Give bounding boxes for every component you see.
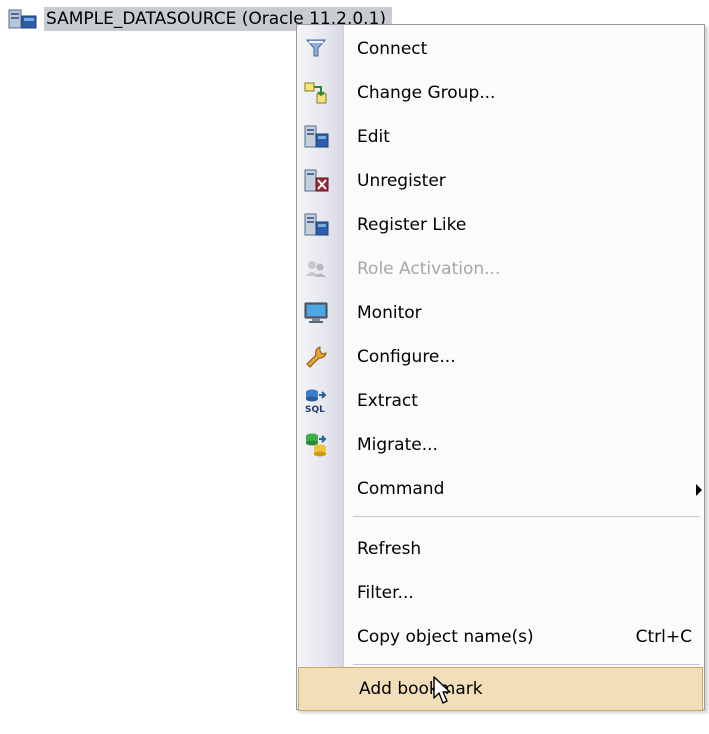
menu-item-refresh[interactable]: Refresh: [297, 527, 704, 571]
menu-item-command[interactable]: Command: [297, 467, 704, 511]
menu-item-label: Configure...: [357, 347, 456, 367]
menu-item-label: Command: [357, 479, 445, 499]
edit-datasource-icon: [304, 125, 329, 148]
role-activation-icon: [306, 261, 326, 277]
database-node-icon: [8, 9, 37, 29]
migrate-icon: [306, 433, 327, 457]
menu-item-label: Unregister: [357, 171, 446, 191]
menu-item-label: Migrate...: [357, 435, 438, 455]
menu-item-edit[interactable]: Edit: [297, 115, 704, 159]
menu-item-label: Role Activation...: [357, 259, 501, 279]
context-menu: Connect Change Group... Edit Unregister …: [296, 24, 705, 711]
menu-item-connect[interactable]: Connect: [297, 27, 704, 71]
change-group-icon: [304, 82, 327, 104]
submenu-arrow-icon: [696, 484, 702, 496]
menu-item-register-like[interactable]: Register Like: [297, 203, 704, 247]
menu-item-label: Change Group...: [357, 83, 496, 103]
monitor-icon: [304, 302, 328, 323]
menu-item-role-activation: Role Activation...: [297, 247, 704, 291]
menu-item-label: Extract: [357, 391, 418, 411]
menu-item-label: Refresh: [357, 539, 422, 559]
extract-sql-icon: SQL: [305, 389, 327, 414]
unregister-icon: [304, 169, 329, 192]
menu-item-unregister[interactable]: Unregister: [297, 159, 704, 203]
menu-item-add-bookmark[interactable]: Add bookmark: [298, 667, 703, 711]
menu-item-label: Filter...: [357, 583, 414, 603]
menu-separator: [353, 516, 700, 517]
menu-item-migrate[interactable]: Migrate...: [297, 423, 704, 467]
menu-item-label: Connect: [357, 39, 428, 59]
mouse-pointer-icon: [433, 676, 451, 704]
menu-item-label: Register Like: [357, 215, 467, 235]
menu-item-shortcut: Ctrl+C: [635, 627, 692, 647]
menu-item-label: Edit: [357, 127, 390, 147]
menu-separator: [353, 664, 700, 665]
menu-item-extract[interactable]: SQL Extract: [297, 379, 704, 423]
menu-item-label: Add bookmark: [359, 679, 483, 699]
register-like-icon: [304, 213, 329, 236]
menu-item-filter[interactable]: Filter...: [297, 571, 704, 615]
svg-text:SQL: SQL: [305, 405, 325, 414]
menu-item-configure[interactable]: Configure...: [297, 335, 704, 379]
menu-item-change-group[interactable]: Change Group...: [297, 71, 704, 115]
menu-item-copy-object-names[interactable]: Copy object name(s) Ctrl+C: [297, 615, 704, 659]
wrench-icon: [306, 346, 327, 368]
menu-item-label: Monitor: [357, 303, 422, 323]
menu-item-monitor[interactable]: Monitor: [297, 291, 704, 335]
menu-item-label: Copy object name(s): [357, 627, 534, 647]
connect-funnel-icon: [305, 39, 327, 57]
